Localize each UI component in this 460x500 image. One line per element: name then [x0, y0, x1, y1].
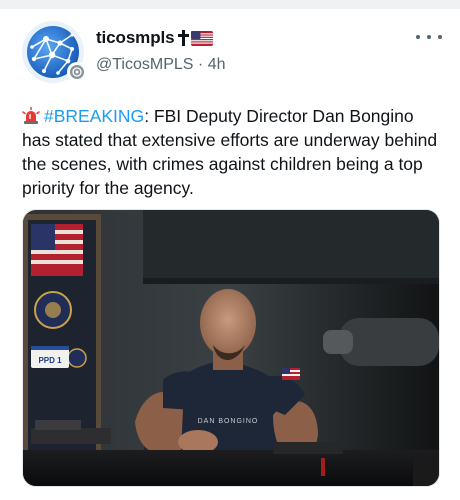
handle-row: @TicosMPLS · 4h	[96, 56, 225, 74]
tweet-card[interactable]: ticosmpls @TicosMPLS · 4h #BREAKING: FBI…	[0, 9, 460, 500]
author-name-row[interactable]: ticosmpls	[96, 28, 214, 48]
plate-text: PPD 1	[38, 356, 62, 365]
more-icon	[416, 35, 420, 39]
shirt-text: DAN BONGINO	[198, 418, 259, 425]
tweet-text: #BREAKING: FBI Deputy Director Dan Bongi…	[22, 104, 442, 200]
timestamp[interactable]: 4h	[208, 56, 226, 73]
cross-icon	[178, 30, 190, 46]
tweet-media-image[interactable]: PPD 1 DAN BONGINO	[22, 209, 440, 487]
name-emoji	[178, 30, 214, 46]
verified-icon	[67, 62, 87, 82]
top-divider	[0, 0, 460, 9]
separator: ·	[197, 56, 208, 73]
us-flag-icon	[191, 30, 214, 46]
handle[interactable]: @TicosMPLS	[96, 56, 193, 73]
hashtag-link[interactable]: #BREAKING	[44, 106, 144, 126]
siren-icon	[22, 107, 40, 124]
display-name[interactable]: ticosmpls	[96, 28, 175, 48]
more-button[interactable]	[416, 29, 442, 45]
